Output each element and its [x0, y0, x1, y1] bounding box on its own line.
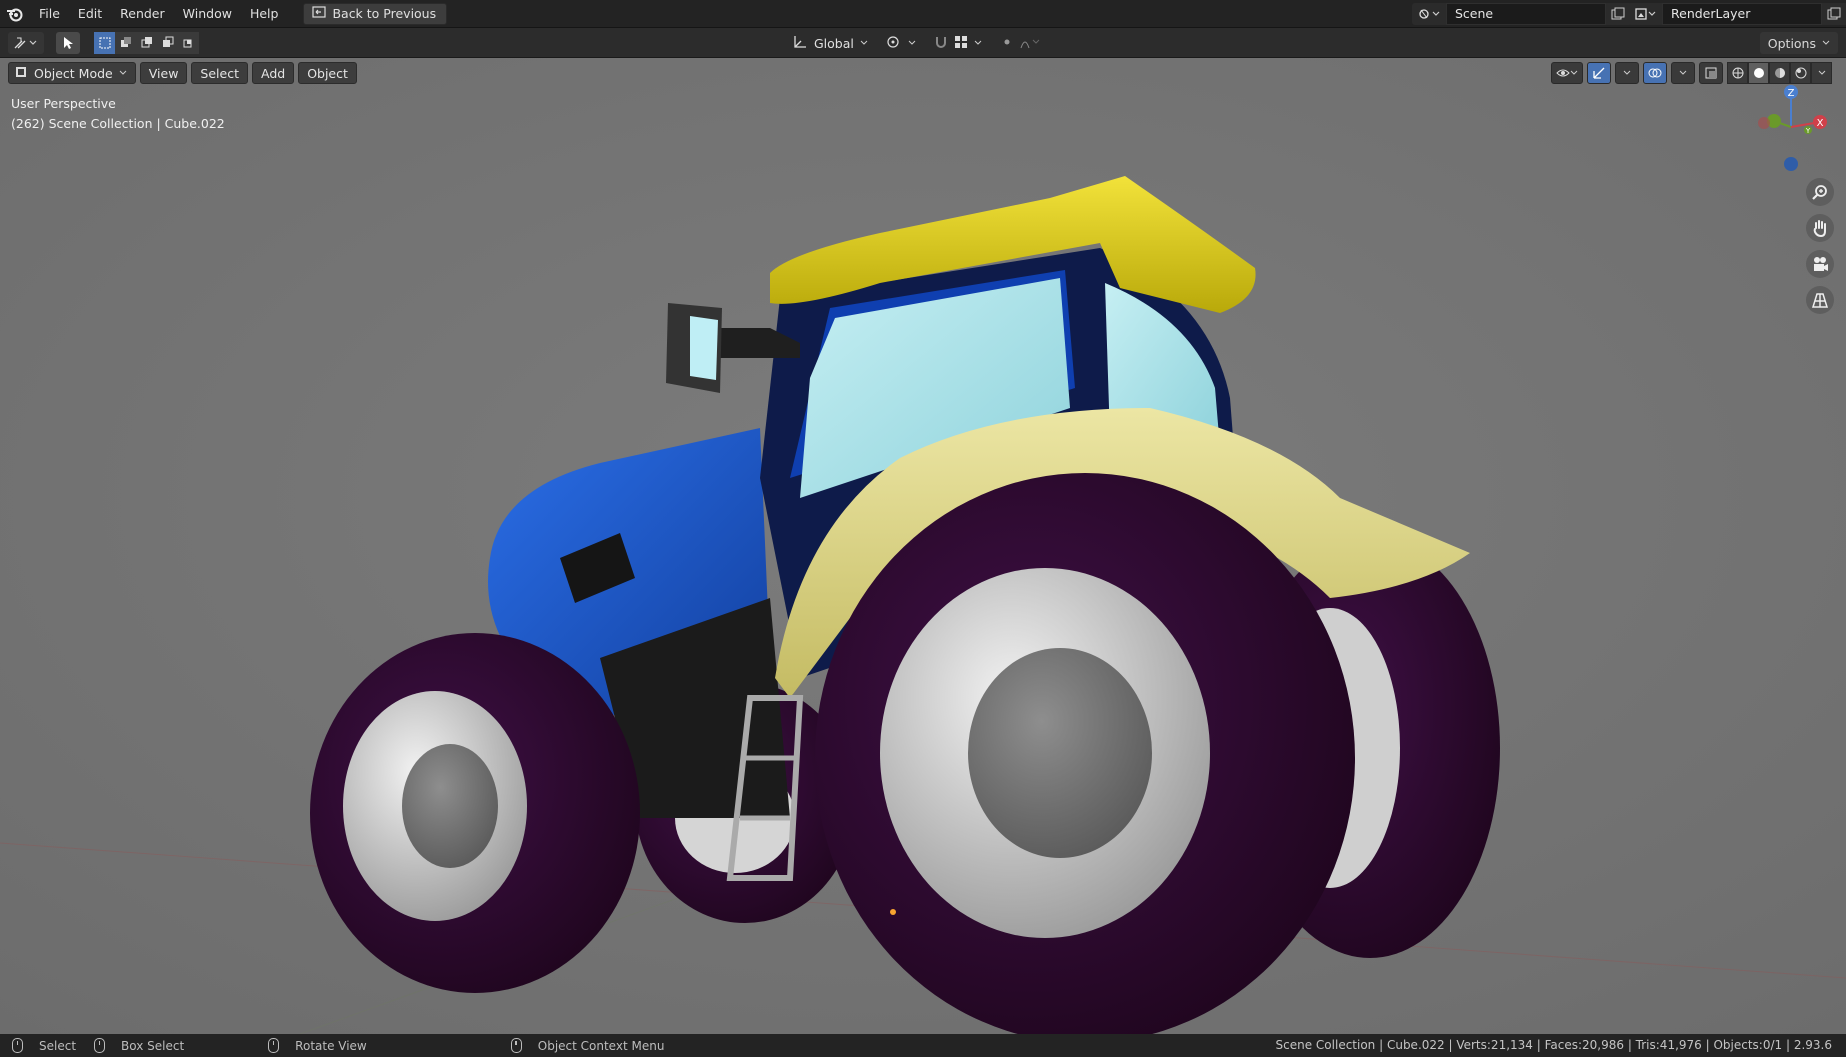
transform-orientation-icon [792, 35, 808, 52]
tool-header: Global Options [0, 28, 1846, 58]
navigation-controls [1806, 178, 1834, 314]
scene-statistics: Scene Collection | Cube.022 | Verts:21,1… [1275, 1038, 1832, 1052]
snap-target-icon [954, 35, 968, 52]
pan-hand-icon[interactable] [1806, 214, 1834, 242]
falloff-icon [1020, 35, 1042, 52]
mouse-icon [510, 1038, 522, 1053]
menu-help[interactable]: Help [241, 0, 288, 28]
status-context-menu-label: Object Context Menu [537, 1038, 665, 1053]
gizmo-dropdown-icon[interactable] [1615, 62, 1639, 84]
shading-mode-group [1727, 62, 1832, 84]
new-render-layer-icon[interactable] [1822, 3, 1846, 25]
snap-toggle[interactable] [927, 32, 988, 54]
top-menu-bar: File Edit Render Window Help Back to Pre… [0, 0, 1846, 28]
zoom-icon[interactable] [1806, 178, 1834, 206]
back-icon [312, 6, 327, 21]
options-label: Options [1767, 35, 1816, 51]
render-layer-selector: RenderLayer [1628, 3, 1846, 25]
chevron-down-icon [908, 40, 916, 45]
grid-icon[interactable] [1806, 286, 1834, 314]
snap-icon [934, 35, 948, 52]
options-dropdown[interactable]: Options [1759, 32, 1838, 54]
status-box-select-label: Box Select [121, 1038, 185, 1053]
chevron-down-icon [974, 40, 982, 45]
mode-invert-icon[interactable] [157, 32, 178, 54]
tractor-model-render [0, 58, 1846, 1034]
back-to-previous-label: Back to Previous [332, 6, 437, 21]
solid-shading-icon[interactable] [1748, 62, 1769, 84]
pivot-icon [886, 35, 902, 52]
overlay-dropdown-icon[interactable] [1671, 62, 1695, 84]
menu-window[interactable]: Window [174, 0, 241, 28]
perspective-label: User Perspective [11, 96, 116, 111]
viewport-header: Object Mode View Select Add Object [8, 62, 357, 84]
gizmo-icon[interactable] [1587, 62, 1611, 84]
gizmo-x-neg-axis[interactable] [1758, 117, 1770, 129]
gizmo-x-label: X [1817, 118, 1824, 129]
shading-dropdown-icon[interactable] [1811, 62, 1832, 84]
chevron-down-icon [119, 70, 127, 75]
object-origin-point [890, 909, 896, 915]
navigation-gizmo[interactable]: Z X Y [1746, 82, 1836, 172]
mouse-icon [268, 1038, 280, 1053]
xray-icon[interactable] [1699, 62, 1723, 84]
blender-logo-icon[interactable] [0, 0, 30, 28]
add-menu-button[interactable]: Add [251, 62, 295, 84]
overlay-icon[interactable] [1643, 62, 1667, 84]
mode-subtract-icon[interactable] [136, 32, 157, 54]
menu-file[interactable]: File [30, 0, 69, 28]
status-select: Select [12, 1038, 76, 1053]
status-context-menu: Object Context Menu [510, 1038, 665, 1053]
proportional-edit-toggle[interactable] [993, 32, 1048, 54]
visibility-icon[interactable] [1551, 62, 1583, 84]
object-mode-icon [14, 65, 28, 82]
chevron-down-icon [1822, 40, 1830, 45]
mode-extend-icon[interactable] [115, 32, 136, 54]
status-select-label: Select [39, 1038, 77, 1053]
object-mode-label: Object Mode [34, 65, 113, 81]
mode-intersect-icon[interactable] [178, 32, 199, 54]
menu-edit[interactable]: Edit [69, 0, 111, 28]
new-scene-icon[interactable] [1606, 3, 1630, 25]
orientation-label: Global [814, 35, 854, 51]
gizmo-y-label: Y [1805, 127, 1811, 135]
rendered-shading-icon[interactable] [1790, 62, 1811, 84]
transform-tools: Global [786, 32, 1048, 54]
mode-set-icon[interactable] [94, 32, 115, 54]
render-layer-field[interactable]: RenderLayer [1662, 3, 1822, 25]
chevron-down-icon [860, 40, 868, 45]
status-box-select: Box Select [94, 1038, 184, 1053]
object-mode-dropdown[interactable]: Object Mode [8, 62, 136, 84]
scene-icon[interactable] [1412, 3, 1446, 25]
object-menu-button[interactable]: Object [298, 62, 357, 84]
menu-render[interactable]: Render [111, 0, 174, 28]
viewport-info-text: User Perspective (262) Scene Collection … [11, 94, 225, 134]
scene-selector: Scene [1412, 3, 1654, 25]
transform-orientation-dropdown[interactable]: Global [786, 32, 874, 54]
selection-mode-group [94, 32, 199, 54]
view-menu-button[interactable]: View [139, 62, 188, 84]
gizmo-z-label: Z [1788, 88, 1795, 99]
select-tool-icon[interactable] [56, 32, 80, 54]
collection-label: (262) Scene Collection | Cube.022 [11, 116, 225, 131]
status-rotate-view-label: Rotate View [295, 1038, 367, 1053]
gizmo-z-neg-axis[interactable] [1784, 157, 1798, 171]
proportional-icon [1000, 35, 1014, 52]
back-to-previous-button[interactable]: Back to Previous [303, 2, 448, 25]
camera-icon[interactable] [1806, 250, 1834, 278]
mouse-icon [94, 1038, 106, 1053]
mouse-icon [12, 1038, 23, 1053]
viewport-overlay-controls [1551, 62, 1832, 84]
material-shading-icon[interactable] [1769, 62, 1790, 84]
status-bar: Select Box Select Rotate View Object Con… [0, 1034, 1846, 1057]
editor-type-icon[interactable] [8, 32, 44, 54]
select-menu-button[interactable]: Select [191, 62, 248, 84]
pivot-dropdown[interactable] [879, 32, 922, 54]
scene-name-field[interactable]: Scene [1446, 3, 1606, 25]
status-rotate-view: Rotate View [268, 1038, 367, 1053]
render-layer-icon[interactable] [1628, 3, 1662, 25]
wireframe-shading-icon[interactable] [1727, 62, 1748, 84]
3d-viewport[interactable]: Object Mode View Select Add Object User … [0, 58, 1846, 1034]
